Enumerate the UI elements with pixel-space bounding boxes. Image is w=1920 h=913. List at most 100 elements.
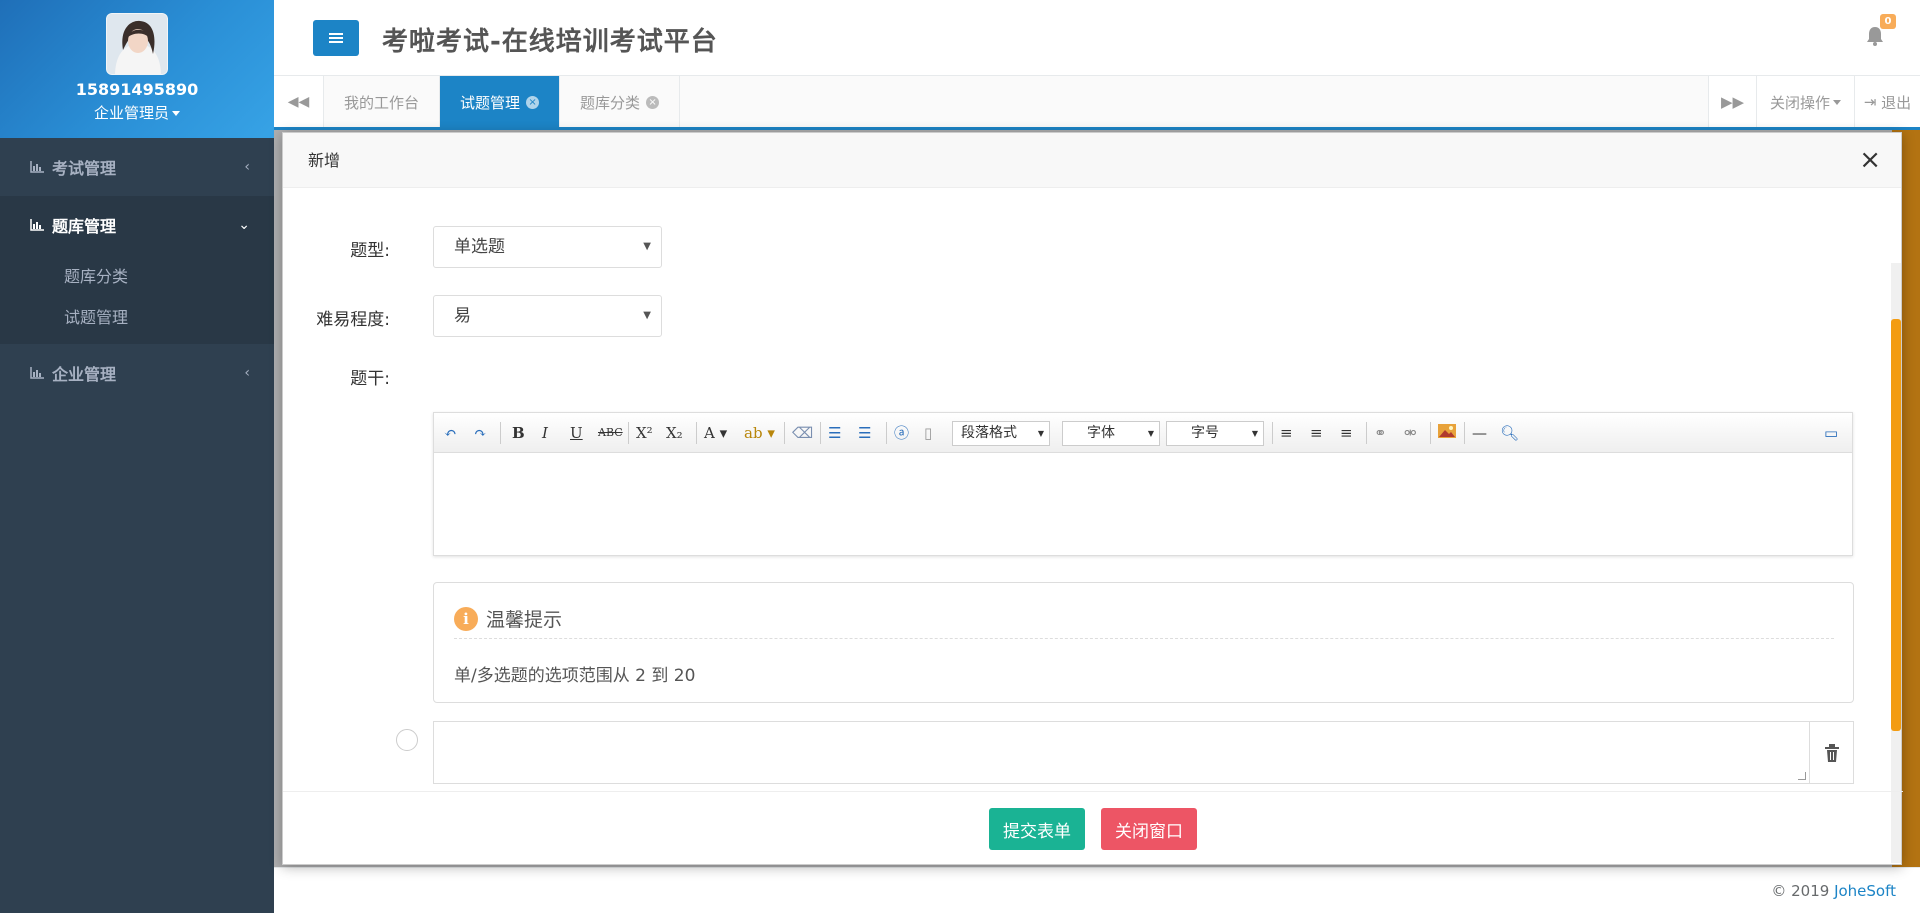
modal-scrollbar-thumb[interactable] <box>1891 319 1901 731</box>
close-window-button[interactable]: 关闭窗口 <box>1101 808 1197 850</box>
user-role-dropdown[interactable]: 企业管理员 <box>0 102 274 123</box>
double-right-icon: ▶▶ <box>1720 93 1745 111</box>
tab-bank-category[interactable]: 题库分类 × <box>560 76 681 128</box>
footer: © 2019 JoheSoft <box>274 867 1920 913</box>
nav-group-question-bank: 题库管理 ⌄ 题库分类 试题管理 <box>0 196 274 344</box>
underline-icon[interactable]: U <box>570 423 583 443</box>
profile-panel: 15891495890 企业管理员 <box>0 0 274 138</box>
chevron-left-icon: ‹ <box>244 365 250 381</box>
exit-button[interactable]: ⇥ 退出 <box>1854 76 1920 128</box>
bar-chart-icon <box>30 158 44 177</box>
tab-workbench[interactable]: 我的工作台 <box>324 76 441 128</box>
superscript-icon[interactable]: X² <box>636 423 653 443</box>
undo-icon[interactable]: ↶ <box>444 423 457 443</box>
tab-scroll-left-button[interactable]: ◀◀ <box>274 76 324 128</box>
hamburger-icon <box>329 37 343 39</box>
font-size-select[interactable]: 字号 ▼ <box>1166 421 1264 446</box>
option-radio[interactable] <box>396 729 418 751</box>
top-header: 考啦考试-在线培训考试平台 0 <box>274 0 1920 76</box>
dropdown-arrow-icon: ▼ <box>643 241 651 252</box>
eraser-icon[interactable]: ⌫ <box>792 423 813 443</box>
align-center-icon[interactable]: ≡ <box>1310 423 1323 443</box>
nav-question-bank-label: 题库管理 <box>52 217 117 236</box>
add-question-modal: 新增 × 题型: 单选题 ▼ 难易程度: 易 ▼ 题干: ↶ ↷ B I U A… <box>282 132 1903 866</box>
horizontal-rule-icon[interactable]: — <box>1472 423 1487 443</box>
align-left-icon[interactable]: ≡ <box>1280 423 1293 443</box>
nav-company-management[interactable]: 企业管理 ‹ <box>0 344 274 402</box>
question-stem-label: 题干: <box>350 369 390 389</box>
tip-box: i 温馨提示 单/多选题的选项范围从 2 到 20 <box>433 582 1854 703</box>
modal-header: 新增 × <box>283 133 1901 188</box>
app-title: 考啦考试-在线培训考试平台 <box>382 27 718 57</box>
tip-header: i 温馨提示 <box>454 599 1834 639</box>
tab-bar-actions: ▶▶ 关闭操作 ⇥ 退出 <box>1708 76 1920 128</box>
unordered-list-icon[interactable]: ☰ <box>858 423 871 443</box>
caret-down-icon <box>172 111 180 116</box>
redo-icon[interactable]: ↷ <box>474 423 487 443</box>
tab-scroll-right-button[interactable]: ▶▶ <box>1708 76 1756 128</box>
tabs: 我的工作台 试题管理 × 题库分类 × <box>324 76 681 128</box>
trash-icon <box>1824 743 1839 762</box>
close-operations-dropdown[interactable]: 关闭操作 <box>1756 76 1854 128</box>
difficulty-select[interactable]: 易 ▼ <box>433 295 662 337</box>
nav-exam-management[interactable]: 考试管理 ‹ <box>0 138 274 196</box>
strikethrough-icon[interactable]: ABC <box>598 423 623 443</box>
close-circle-icon[interactable]: × <box>646 95 660 109</box>
paragraph-format-select[interactable]: 段落格式 ▼ <box>952 421 1050 446</box>
font-size-label: 字号 <box>1191 425 1219 441</box>
question-type-value: 单选题 <box>454 237 505 257</box>
image-icon[interactable] <box>1438 423 1456 443</box>
question-type-label: 题型: <box>350 241 390 261</box>
difficulty-label: 难易程度: <box>316 310 390 330</box>
search-replace-icon[interactable]: 🔍︎ <box>1500 423 1519 443</box>
option-textarea[interactable] <box>433 721 1810 784</box>
ordered-list-icon[interactable]: ☰ <box>828 423 841 443</box>
tab-label: 我的工作台 <box>344 93 420 112</box>
resize-grip-icon[interactable] <box>1798 772 1806 780</box>
dropdown-arrow-icon: ▼ <box>1147 429 1154 438</box>
close-circle-icon[interactable]: × <box>526 95 540 109</box>
nav-exam-label: 考试管理 <box>52 159 117 178</box>
blank-page-icon[interactable]: ▯ <box>924 423 932 443</box>
sidebar-item-question-management[interactable]: 试题管理 <box>4 295 274 336</box>
nav-question-bank[interactable]: 题库管理 ⌄ <box>4 196 274 254</box>
rich-text-editor: ↶ ↷ B I U ABC X² X₂ A ▾ ab ▾ ⌫ ☰ ☰ ⓐ ▯ 段… <box>433 412 1853 556</box>
chevron-left-icon: ‹ <box>244 159 250 175</box>
align-right-icon[interactable]: ≡ <box>1340 423 1353 443</box>
question-type-select[interactable]: 单选题 ▼ <box>433 226 662 268</box>
brand-link[interactable]: JoheSoft <box>1834 882 1896 900</box>
font-color-icon[interactable]: A ▾ <box>704 423 727 443</box>
close-operations-label: 关闭操作 <box>1769 93 1830 112</box>
text-box-icon[interactable]: ⓐ <box>894 423 909 443</box>
tab-question-management[interactable]: 试题管理 × <box>440 76 561 128</box>
avatar[interactable] <box>106 13 168 75</box>
font-family-select[interactable]: 字体 ▼ <box>1062 421 1160 446</box>
link-icon[interactable]: ⚭ <box>1374 423 1387 443</box>
user-role-label: 企业管理员 <box>93 104 169 122</box>
modal-title: 新增 <box>308 151 341 170</box>
chevron-down-icon: ⌄ <box>238 217 250 233</box>
copyright-text: © 2019 <box>1771 882 1835 900</box>
double-left-icon: ◀◀ <box>287 94 310 110</box>
highlight-icon[interactable]: ab ▾ <box>744 423 775 443</box>
submit-form-button[interactable]: 提交表单 <box>989 808 1085 850</box>
tip-text: 单/多选题的选项范围从 2 到 20 <box>454 666 696 686</box>
menu-toggle-button[interactable] <box>313 20 359 56</box>
subscript-icon[interactable]: X₂ <box>666 423 683 443</box>
delete-option-button[interactable] <box>1810 721 1854 784</box>
close-icon[interactable]: × <box>1859 133 1881 188</box>
italic-icon[interactable]: I <box>542 423 548 443</box>
nav-company-label: 企业管理 <box>52 365 117 384</box>
bold-icon[interactable]: B <box>512 423 525 443</box>
sidebar-item-bank-category[interactable]: 题库分类 <box>4 254 274 295</box>
modal-footer: 提交表单 关闭窗口 <box>283 791 1903 866</box>
dropdown-arrow-icon: ▼ <box>1251 429 1258 438</box>
bell-icon[interactable] <box>1866 26 1884 46</box>
info-icon: i <box>454 606 478 631</box>
bar-chart-icon <box>30 216 44 235</box>
paragraph-format-label: 段落格式 <box>961 425 1017 441</box>
preview-icon[interactable]: ▭ <box>1824 423 1838 443</box>
sidebar: 15891495890 企业管理员 考试管理 ‹ 题库管理 ⌄ 题库分类 试题管… <box>0 0 274 913</box>
notification-badge: 0 <box>1880 14 1896 29</box>
unlink-icon[interactable]: ⚮ <box>1404 423 1417 443</box>
